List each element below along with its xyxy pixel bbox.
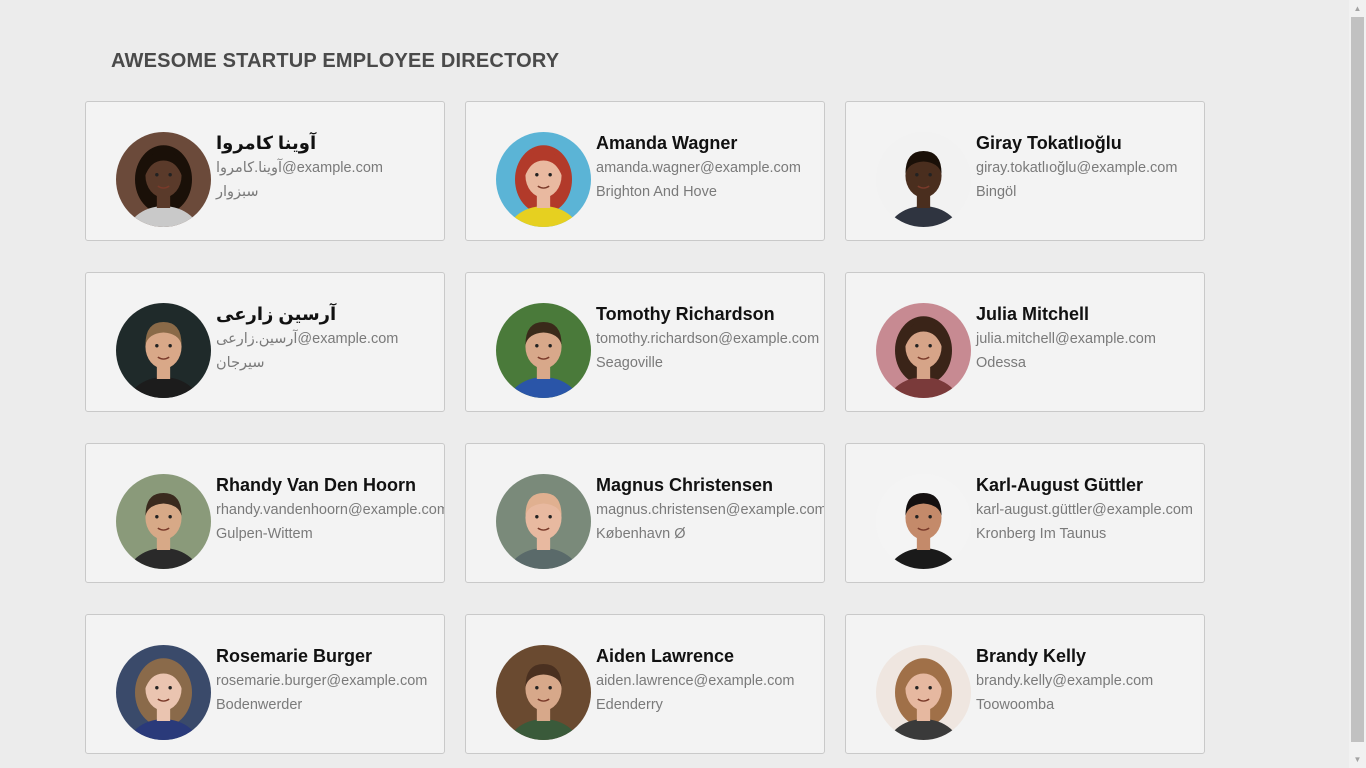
man-portrait-icon — [496, 645, 591, 740]
man-portrait-icon — [116, 474, 211, 569]
employee-name: Karl-August Güttler — [976, 475, 1144, 495]
employee-info: Giray Tokatlıoğlu giray.tokatlıoğlu@exam… — [976, 130, 1204, 204]
employee-name: Julia Mitchell — [976, 304, 1090, 324]
vertical-scrollbar[interactable]: ▲ ▼ — [1349, 0, 1366, 768]
employee-city: Kronberg Im Taunus — [976, 526, 1107, 542]
employee-grid: آوینا کامروا آوینا.کامروا@example.com سب… — [85, 101, 1205, 754]
employee-city: Edenderry — [596, 697, 663, 713]
employee-card[interactable]: Giray Tokatlıoğlu giray.tokatlıoğlu@exam… — [845, 101, 1205, 241]
employee-card[interactable]: Magnus Christensen magnus.christensen@ex… — [465, 443, 825, 583]
employee-city: Bodenwerder — [216, 697, 303, 713]
employee-name: Brandy Kelly — [976, 646, 1087, 666]
employee-card[interactable]: Julia Mitchell julia.mitchell@example.co… — [845, 272, 1205, 412]
employee-email: julia.mitchell@example.com — [976, 331, 1156, 347]
employee-email: tomothy.richardson@example.com — [596, 331, 820, 347]
employee-info: Amanda Wagner amanda.wagner@example.com … — [596, 130, 824, 204]
employee-card[interactable]: Rosemarie Burger rosemarie.burger@exampl… — [85, 614, 445, 754]
employee-card[interactable]: Aiden Lawrence aiden.lawrence@example.co… — [465, 614, 825, 754]
woman-portrait-icon — [876, 645, 971, 740]
employee-email: rosemarie.burger@example.com — [216, 673, 428, 689]
page-title: AWESOME STARTUP EMPLOYEE DIRECTORY — [111, 50, 560, 72]
employee-email: amanda.wagner@example.com — [596, 160, 801, 176]
employee-email: magnus.christensen@example.com — [596, 502, 825, 518]
employee-city: København Ø — [596, 526, 686, 542]
employee-city: Odessa — [976, 355, 1026, 371]
employee-email: آرسین.زارعی@example.com — [216, 331, 399, 347]
scroll-down-arrow-icon[interactable]: ▼ — [1349, 751, 1366, 768]
employee-info: آرسین زارعی آرسین.زارعی@example.com سیرج… — [216, 301, 444, 375]
employee-info: آوینا کامروا آوینا.کامروا@example.com سب… — [216, 130, 444, 204]
employee-name: آرسین زارعی — [216, 304, 337, 324]
employee-card[interactable]: Rhandy Van Den Hoorn rhandy.vandenhoorn@… — [85, 443, 445, 583]
employee-name: Aiden Lawrence — [596, 646, 735, 666]
employee-email: karl-august.güttler@example.com — [976, 502, 1194, 518]
scrollbar-thumb[interactable] — [1351, 17, 1364, 742]
employee-card[interactable]: Brandy Kelly brandy.kelly@example.com To… — [845, 614, 1205, 754]
woman-portrait-icon — [876, 303, 971, 398]
employee-email: brandy.kelly@example.com — [976, 673, 1154, 689]
woman-portrait-icon — [116, 645, 211, 740]
employee-city: Bingöl — [976, 184, 1017, 200]
employee-city: Gulpen-Wittem — [216, 526, 313, 542]
employee-info: Rosemarie Burger rosemarie.burger@exampl… — [216, 643, 444, 717]
employee-email: rhandy.vandenhoorn@example.com — [216, 502, 445, 518]
employee-email: giray.tokatlıoğlu@example.com — [976, 160, 1178, 176]
woman-portrait-icon — [496, 132, 591, 227]
employee-name: آوینا کامروا — [216, 133, 317, 153]
employee-name: Magnus Christensen — [596, 475, 774, 495]
woman-portrait-icon — [116, 132, 211, 227]
employee-card[interactable]: Karl-August Güttler karl-august.güttler@… — [845, 443, 1205, 583]
employee-name: Tomothy Richardson — [596, 304, 775, 324]
employee-info: Aiden Lawrence aiden.lawrence@example.co… — [596, 643, 824, 717]
employee-name: Rosemarie Burger — [216, 646, 373, 666]
employee-email: aiden.lawrence@example.com — [596, 673, 795, 689]
employee-info: Karl-August Güttler karl-august.güttler@… — [976, 472, 1204, 546]
scroll-up-arrow-icon[interactable]: ▲ — [1349, 0, 1366, 17]
employee-info: Brandy Kelly brandy.kelly@example.com To… — [976, 643, 1204, 717]
employee-city: سبزوار — [216, 184, 259, 200]
man-portrait-icon — [496, 474, 591, 569]
man-portrait-icon — [116, 303, 211, 398]
employee-email: آوینا.کامروا@example.com — [216, 160, 383, 176]
employee-city: Toowoomba — [976, 697, 1055, 713]
employee-name: Rhandy Van Den Hoorn — [216, 475, 417, 495]
employee-info: Tomothy Richardson tomothy.richardson@ex… — [596, 301, 824, 375]
employee-info: Rhandy Van Den Hoorn rhandy.vandenhoorn@… — [216, 472, 445, 546]
employee-city: Brighton And Hove — [596, 184, 717, 200]
man-portrait-icon — [876, 474, 971, 569]
employee-info: Julia Mitchell julia.mitchell@example.co… — [976, 301, 1204, 375]
man-portrait-icon — [876, 132, 971, 227]
employee-city: سیرجان — [216, 355, 265, 371]
employee-name: Amanda Wagner — [596, 133, 738, 153]
employee-card[interactable]: Tomothy Richardson tomothy.richardson@ex… — [465, 272, 825, 412]
employee-card[interactable]: Amanda Wagner amanda.wagner@example.com … — [465, 101, 825, 241]
employee-card[interactable]: آوینا کامروا آوینا.کامروا@example.com سب… — [85, 101, 445, 241]
man-portrait-icon — [496, 303, 591, 398]
directory-page: AWESOME STARTUP EMPLOYEE DIRECTORY آوینا… — [0, 0, 1366, 768]
employee-info: Magnus Christensen magnus.christensen@ex… — [596, 472, 825, 546]
employee-name: Giray Tokatlıoğlu — [976, 133, 1122, 153]
employee-card[interactable]: آرسین زارعی آرسین.زارعی@example.com سیرج… — [85, 272, 445, 412]
employee-city: Seagoville — [596, 355, 663, 371]
